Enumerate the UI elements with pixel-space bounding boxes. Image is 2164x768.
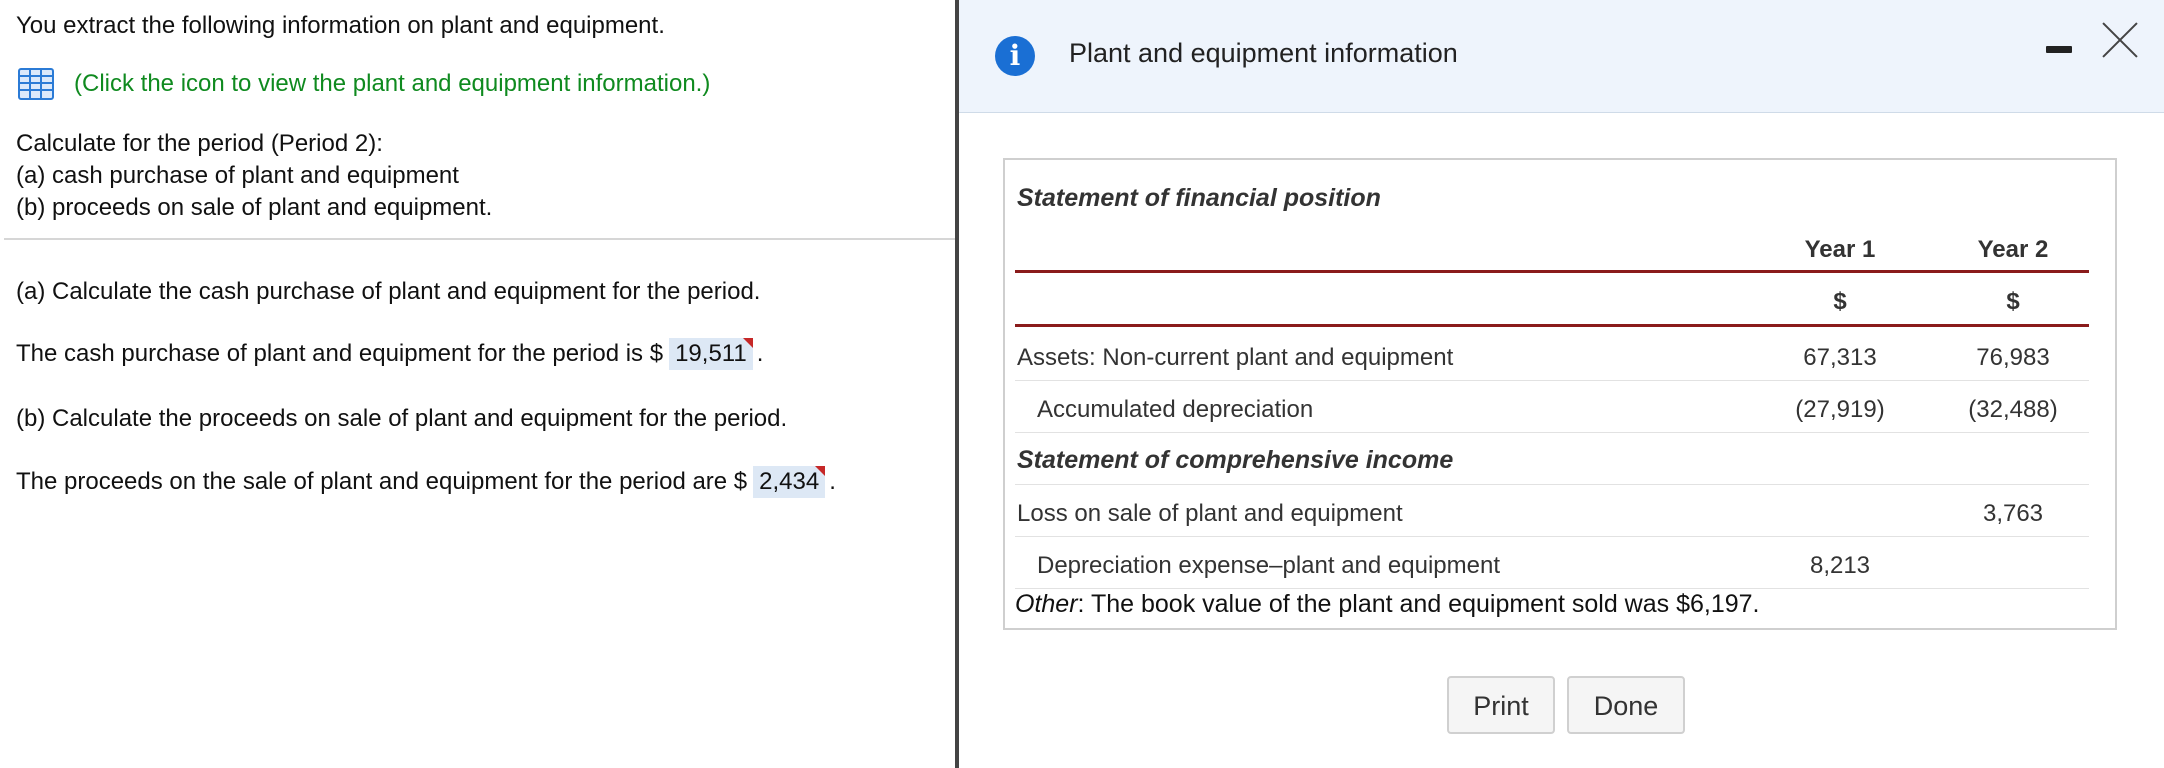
part-a-text: The cash purchase of plant and equipment… (16, 340, 664, 367)
part-b-answer-field[interactable]: 2,434 (753, 466, 826, 498)
other-label: Other (1015, 590, 1078, 618)
currency-year2: $ (2006, 288, 2020, 315)
row-value-year2: 76,983 (1976, 344, 2050, 371)
period: . (756, 340, 764, 367)
view-info-link-row[interactable]: (Click the icon to view the plant and eq… (18, 68, 710, 100)
column-header-year2: Year 2 (1977, 236, 2049, 263)
part-b-prompt: (b) Calculate the proceeds on sale of pl… (16, 405, 788, 432)
row-divider (1015, 588, 2089, 589)
row-value-year1: 8,213 (1809, 552, 1871, 579)
minimize-icon[interactable] (2046, 46, 2072, 53)
period: . (829, 468, 836, 495)
row-divider (1015, 536, 2089, 537)
close-icon[interactable] (2102, 22, 2138, 58)
row-divider (1015, 484, 2089, 485)
info-icon: i (995, 36, 1035, 76)
row-label: Accumulated depreciation (1037, 396, 1314, 423)
currency-year1: $ (1833, 288, 1847, 315)
done-button[interactable]: Done (1567, 676, 1685, 734)
intro-text: You extract the following information on… (16, 12, 665, 39)
divider (4, 238, 955, 240)
view-info-link[interactable]: (Click the icon to view the plant and eq… (74, 70, 710, 98)
calculation-instructions: Calculate for the period (Period 2): (a)… (16, 128, 492, 224)
part-b-answer-line: The proceeds on the sale of plant and eq… (16, 466, 836, 498)
part-b-text: The proceeds on the sale of plant and eq… (16, 468, 748, 495)
row-label: Depreciation expense–plant and equipment (1037, 552, 1500, 579)
row-divider (1015, 380, 2089, 381)
part-a-answer-line: The cash purchase of plant and equipment… (16, 338, 763, 370)
other-text: : The book value of the plant and equipm… (1077, 590, 1760, 618)
part-a-prompt: (a) Calculate the cash purchase of plant… (16, 278, 761, 305)
column-header-year1: Year 1 (1804, 236, 1876, 263)
dialog-title: Plant and equipment information (1069, 38, 1458, 68)
info-dialog: i Plant and equipment information Statem… (955, 0, 2164, 768)
row-value-year2: (32,488) (1968, 396, 2058, 423)
calc-title: Calculate for the period (Period 2): (16, 130, 383, 157)
other-note: Other: The book value of the plant and e… (1015, 590, 1760, 619)
row-value-year1: (27,919) (1795, 396, 1885, 423)
header-rule (1015, 324, 2089, 327)
question-panel: You extract the following information on… (0, 0, 955, 768)
section-financial-position: Statement of financial position (1017, 184, 1381, 212)
part-a-answer-field[interactable]: 19,511 (669, 338, 753, 370)
row-label: Assets: Non-current plant and equipment (1017, 344, 1454, 371)
row-label: Loss on sale of plant and equipment (1017, 500, 1403, 527)
row-value-year1: 67,313 (1803, 344, 1877, 371)
print-button[interactable]: Print (1447, 676, 1555, 734)
calc-item-b: (b) proceeds on sale of plant and equipm… (16, 194, 493, 221)
row-divider (1015, 432, 2089, 433)
row-value-year2: 3,763 (1982, 500, 2044, 527)
header-rule (1015, 270, 2089, 273)
dialog-header: i Plant and equipment information (959, 0, 2164, 113)
section-comprehensive-income: Statement of comprehensive income (1017, 446, 1454, 474)
spreadsheet-icon[interactable] (18, 68, 54, 100)
calc-item-a: (a) cash purchase of plant and equipment (16, 162, 459, 189)
info-table: Statement of financial position Year 1 Y… (1003, 158, 2117, 630)
